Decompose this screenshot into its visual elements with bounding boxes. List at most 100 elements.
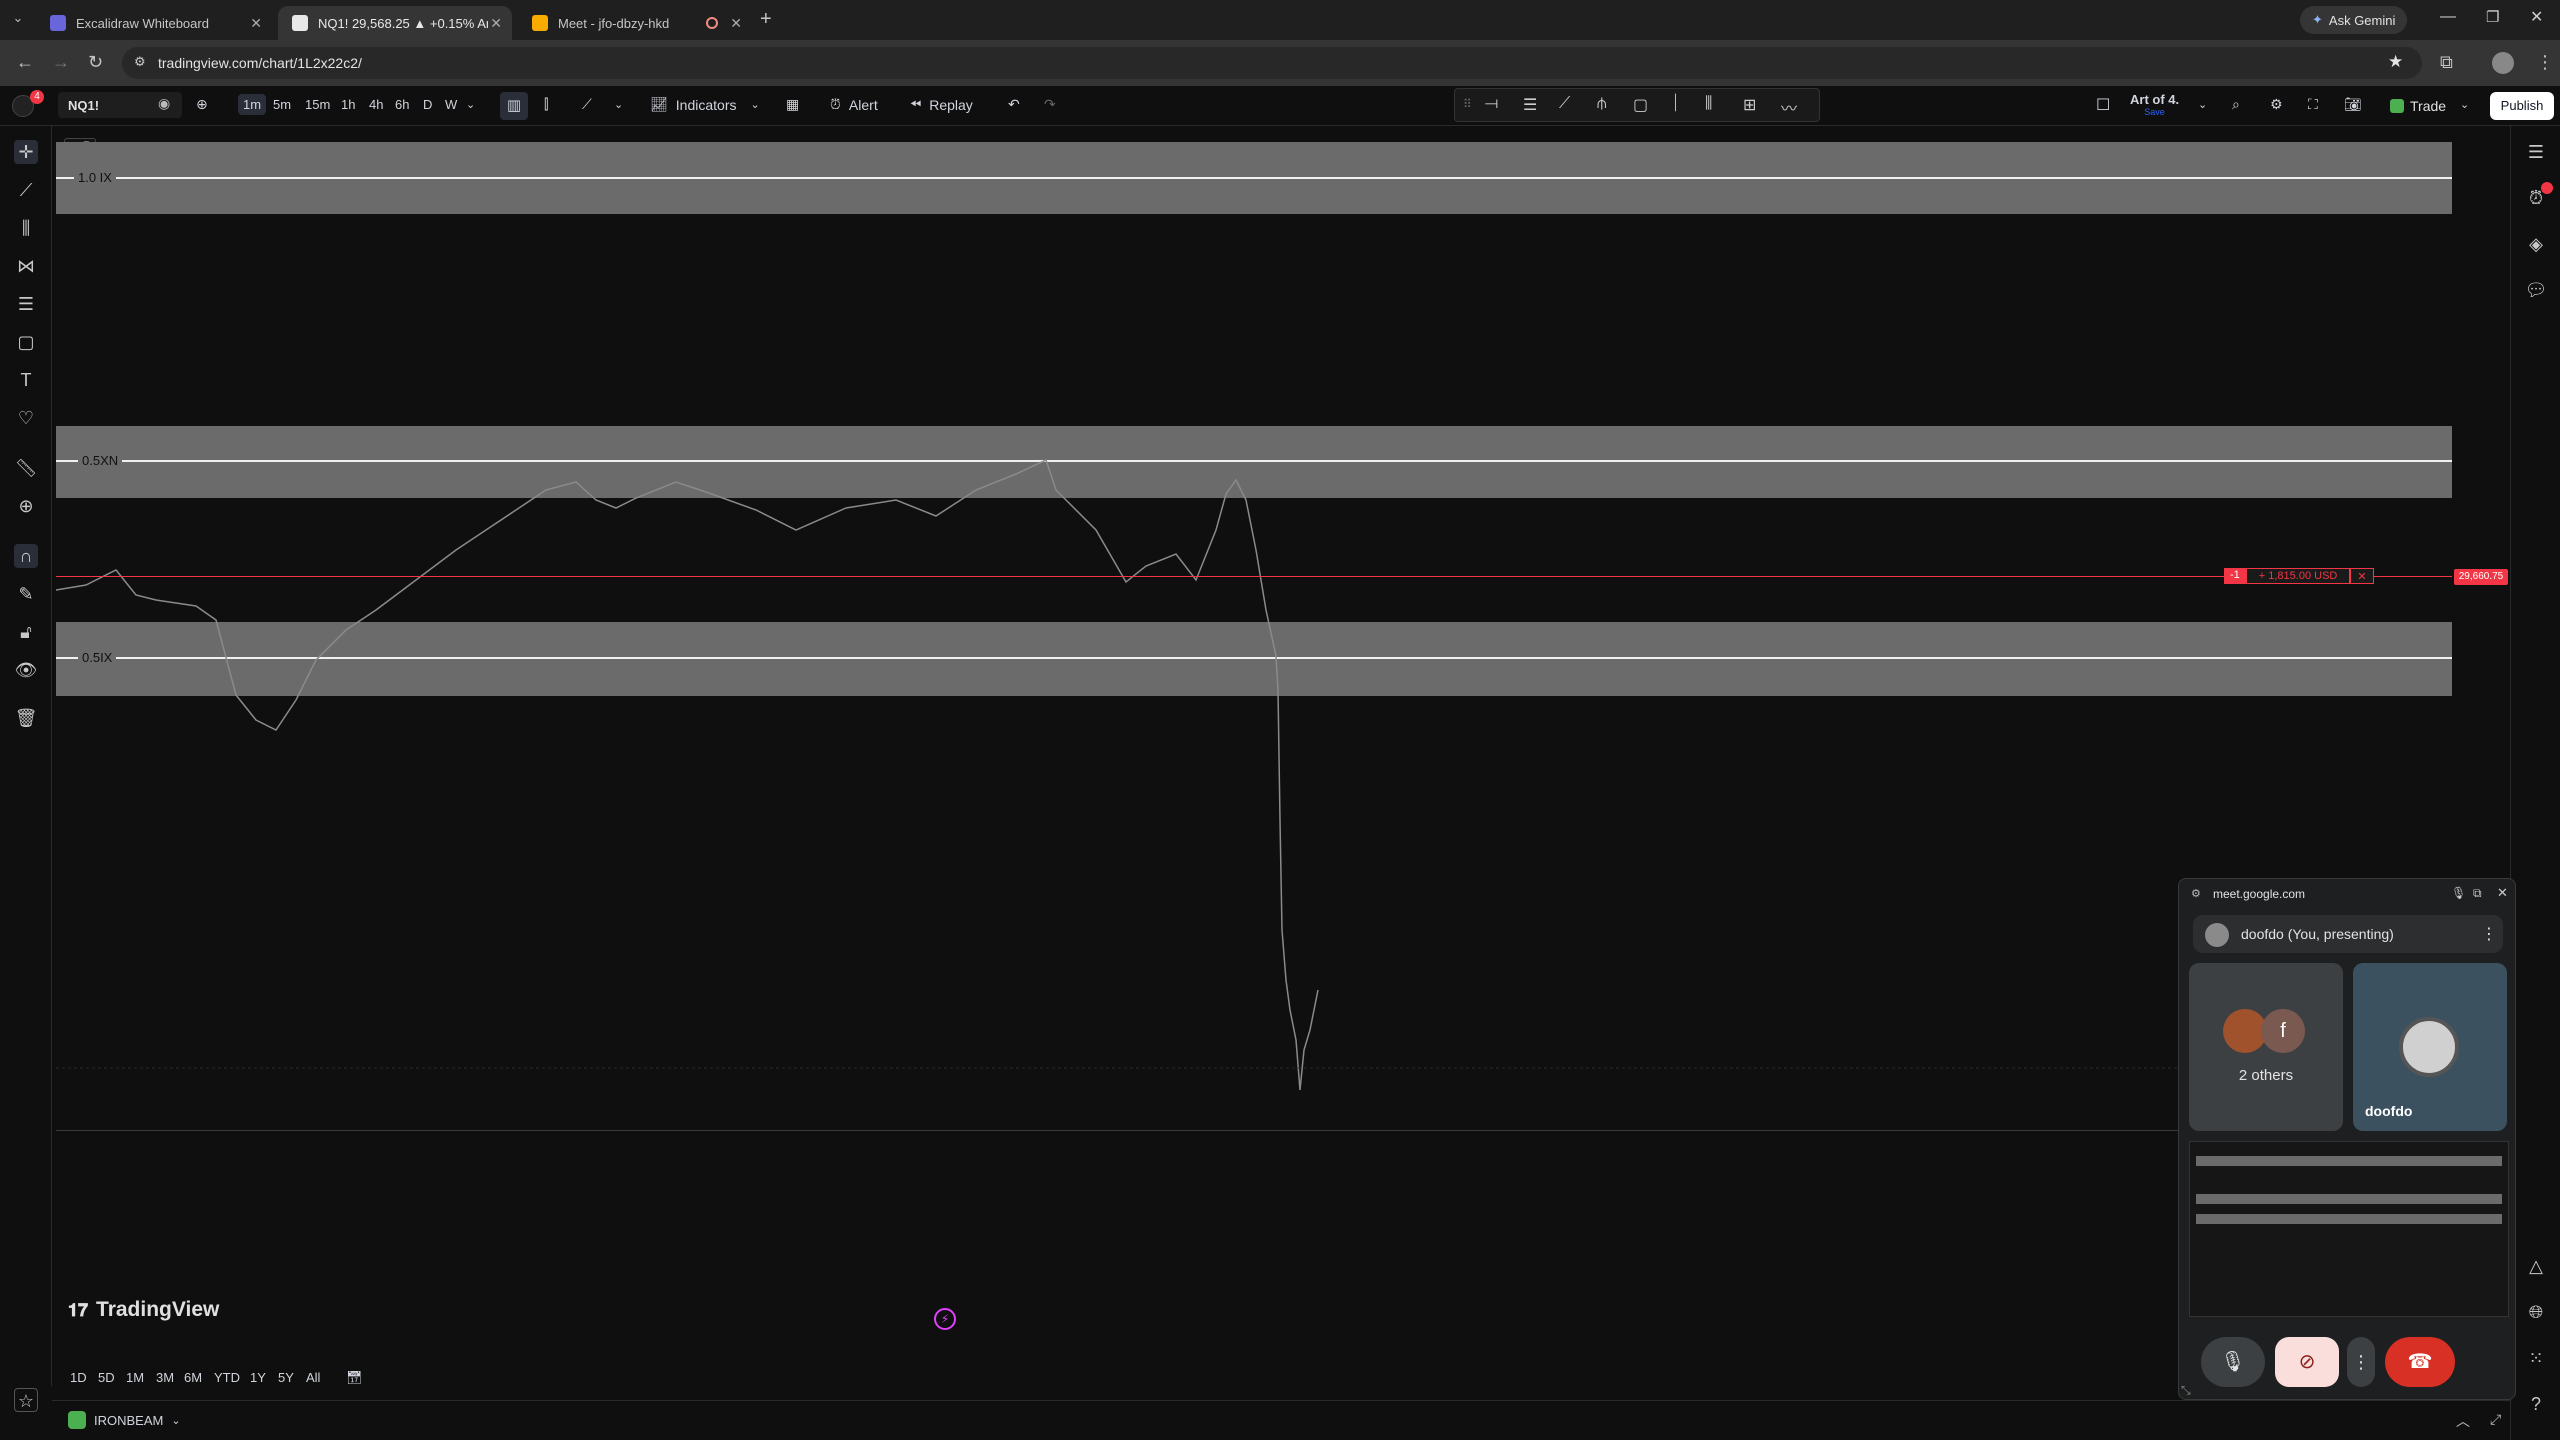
indicators-button[interactable]: 📈︎ Indicators ⌄ (650, 96, 760, 113)
vertical-line-icon[interactable]: ⏐ (1671, 95, 1680, 113)
parallel-lines-icon[interactable]: ☰ (1523, 95, 1537, 115)
undo-icon[interactable]: ↶ (1008, 96, 1020, 113)
time-axis[interactable] (56, 1130, 2452, 1370)
maximize-panel-icon[interactable]: ⤢ (2490, 1411, 2501, 1428)
browser-menu-icon[interactable]: ⋮ (2536, 52, 2554, 73)
tab-excalidraw[interactable]: Excalidraw Whiteboard ✕ (36, 6, 272, 40)
bookmark-star-icon[interactable]: ★ (2388, 52, 2403, 72)
microphone-button[interactable]: 🎙︎ (2201, 1337, 2265, 1387)
pitchfork-icon[interactable]: ⫛ (1597, 95, 1607, 113)
camera-off-button[interactable]: ⊘ (2275, 1337, 2339, 1387)
watchlist-icon[interactable]: ☰ (2524, 140, 2548, 164)
templates-icon[interactable]: ▦ (786, 96, 799, 113)
lock-icon[interactable]: 🔓︎ (14, 620, 38, 644)
ask-gemini-button[interactable]: ✦ Ask Gemini (2300, 6, 2408, 34)
timeframe-d[interactable]: D (418, 94, 437, 115)
apps-grid-icon[interactable]: ⁙ (2524, 1346, 2548, 1370)
magnet-icon[interactable]: ∩ (14, 544, 38, 568)
close-icon[interactable]: ✕ (730, 15, 742, 32)
range-1y[interactable]: 1Y (250, 1370, 266, 1385)
position-line[interactable] (56, 576, 2452, 577)
range-5d[interactable]: 5D (98, 1370, 115, 1385)
shape-tool-icon[interactable]: ▢ (14, 330, 38, 354)
close-pip-icon[interactable]: ✕ (2497, 885, 2508, 901)
grid-icon[interactable]: ⊞ (1743, 95, 1756, 115)
rectangle-icon[interactable]: ▢ (1633, 95, 1648, 115)
layers-icon[interactable]: ◈ (2524, 232, 2548, 256)
publish-button[interactable]: Publish (2490, 92, 2554, 120)
camera-icon[interactable]: 📷︎ (2344, 96, 2362, 113)
fullscreen-icon[interactable]: ⛶ (2308, 96, 2318, 113)
tab-tradingview[interactable]: NQ1! 29,568.25 ▲ +0.15% Art ✕ (278, 6, 512, 40)
triangle-icon[interactable]: △ (2524, 1254, 2548, 1278)
broker-selector[interactable]: IRONBEAM ⌄ (68, 1411, 181, 1429)
range-3m[interactable]: 3M (156, 1370, 174, 1385)
favorites-star-icon[interactable]: ☆ (14, 1388, 38, 1412)
new-tab-button[interactable]: + (760, 8, 772, 31)
close-icon[interactable]: ✕ (490, 15, 502, 32)
timeframe-5m[interactable]: 5m (268, 94, 296, 115)
trend-line-icon[interactable]: ⟋ (1559, 95, 1570, 113)
layout-checkbox[interactable]: ☐ (2096, 95, 2110, 115)
trade-dropdown-icon[interactable]: ⌄ (2460, 98, 2469, 111)
end-call-button[interactable]: ☎ (2385, 1337, 2455, 1387)
symbol-info-icon[interactable]: ◉ (158, 95, 170, 112)
globe-icon[interactable]: 🌐︎ (2524, 1300, 2548, 1324)
close-icon[interactable]: ✕ (250, 15, 262, 32)
timeframe-w[interactable]: W (440, 94, 462, 115)
timeframe-dropdown-icon[interactable]: ⌄ (466, 98, 475, 111)
mic-small-icon[interactable]: 🎙︎ (2451, 886, 2466, 900)
back-to-tab-icon[interactable]: ⧉ (2473, 886, 2482, 901)
timeframe-15m[interactable]: 15m (300, 94, 335, 115)
eye-icon[interactable]: 👁︎ (14, 658, 38, 682)
profile-avatar[interactable] (2492, 52, 2514, 74)
tab-search-button[interactable]: ⌄ (8, 10, 28, 30)
presenting-banner[interactable]: doofdo (You, presenting) ⋮ (2193, 915, 2503, 953)
pattern-tool-icon[interactable]: ⋈ (14, 254, 38, 278)
more-options-button[interactable]: ⋮ (2347, 1337, 2375, 1387)
heart-icon[interactable]: ♡ (14, 406, 38, 430)
ruler-icon[interactable]: 📏︎ (14, 456, 38, 480)
replay-button[interactable]: ⏪︎ Replay (910, 96, 973, 113)
chart-type-icon[interactable]: ⟋ (582, 96, 592, 113)
reload-icon[interactable]: ↻ (88, 52, 103, 73)
chat-icon[interactable]: 💬︎ (2524, 278, 2548, 302)
layout-save-button[interactable]: Art of 4. Save (2130, 92, 2179, 117)
timeframe-4h[interactable]: 4h (364, 94, 388, 115)
alert-button[interactable]: ⏰︎ Alert (830, 96, 878, 113)
site-info-icon[interactable]: ⚙ (134, 54, 146, 70)
more-options-icon[interactable]: ⋮ (2481, 924, 2497, 944)
meet-picture-in-picture[interactable]: ⚙ meet.google.com 🎙︎ ⧉ ✕ doofdo (You, pr… (2178, 878, 2516, 1400)
site-info-icon[interactable]: ⚙ (2191, 887, 2201, 900)
fib-lines-icon[interactable]: ⫼ (1705, 95, 1712, 113)
trend-line-tool-icon[interactable]: ⟋ (14, 178, 38, 202)
candles-style-icon[interactable]: ▥ (500, 92, 528, 120)
timeframe-6h[interactable]: 6h (390, 94, 414, 115)
compare-symbol-icon[interactable]: ⊕ (196, 96, 208, 113)
forecast-tool-icon[interactable]: ☰ (14, 292, 38, 316)
text-tool-icon[interactable]: T (14, 368, 38, 392)
range-all[interactable]: All (306, 1370, 320, 1385)
trash-icon[interactable]: 🗑︎ (14, 706, 38, 730)
range-ytd[interactable]: YTD (214, 1370, 240, 1385)
chart-type-dropdown-icon[interactable]: ⌄ (614, 98, 623, 111)
trade-button[interactable]: Trade (2380, 92, 2456, 120)
back-icon[interactable]: ← (16, 52, 34, 73)
close-window-button[interactable]: ✕ (2530, 7, 2543, 27)
range-5y[interactable]: 5Y (278, 1370, 294, 1385)
help-icon[interactable]: ? (2524, 1392, 2548, 1416)
range-1m[interactable]: 1M (126, 1370, 144, 1385)
extensions-icon[interactable]: ⧉ (2440, 52, 2453, 73)
resize-handle-icon[interactable]: ⤡ (2181, 1383, 2191, 1398)
timeframe-1h[interactable]: 1h (336, 94, 360, 115)
others-tile[interactable]: f 2 others (2189, 963, 2343, 1131)
close-position-icon[interactable]: ✕ (2350, 568, 2374, 584)
redo-icon[interactable]: ↷ (1044, 96, 1056, 113)
drag-handle-icon[interactable]: ⠿ (1463, 97, 1472, 111)
position-order-tag[interactable]: -1 + 1,815.00 USD ✕ (2224, 568, 2374, 584)
settings-gear-icon[interactable]: ⚙ (2270, 96, 2283, 113)
minimize-button[interactable]: — (2440, 8, 2456, 26)
expand-panel-icon[interactable]: ︿ (2456, 1411, 2470, 1431)
horizontal-ray-icon[interactable]: ⟞ (1485, 95, 1498, 113)
zoom-in-icon[interactable]: ⊕ (14, 494, 38, 518)
